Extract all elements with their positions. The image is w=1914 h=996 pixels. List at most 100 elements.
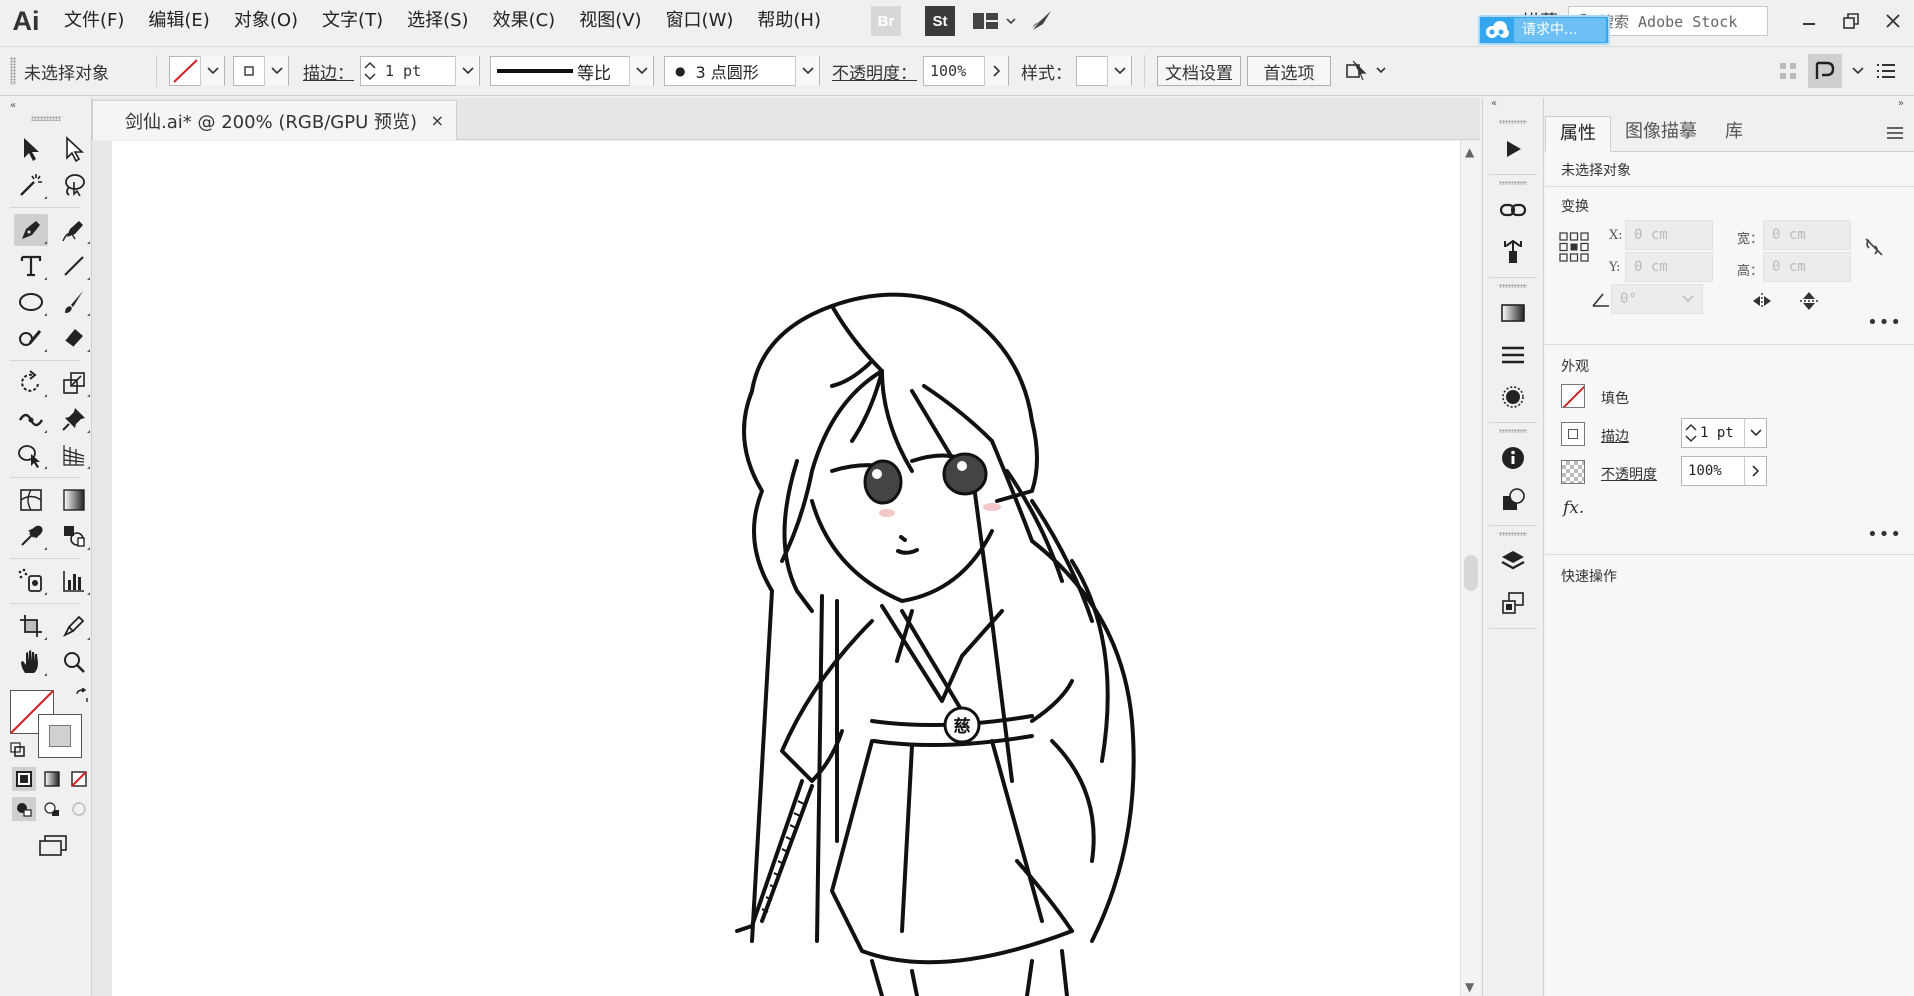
stroke-weight-field[interactable]: 1 pt <box>360 56 480 86</box>
collapse-panel-button[interactable]: » <box>1545 98 1914 116</box>
tab-image-trace[interactable]: 图像描摹 <box>1611 115 1711 151</box>
stroke-panel-button[interactable] <box>1489 334 1537 376</box>
dock-grip[interactable] <box>1499 181 1527 185</box>
dock-grip[interactable] <box>1499 532 1527 536</box>
collapse-toolbar-button[interactable]: « <box>0 98 91 112</box>
dock-grip[interactable] <box>1499 120 1527 124</box>
tab-libraries[interactable]: 库 <box>1711 115 1757 151</box>
dock-grip[interactable] <box>1499 284 1527 288</box>
draw-inside-button[interactable] <box>67 797 91 821</box>
opacity-label[interactable]: 不透明度： <box>832 59 917 84</box>
height-field[interactable]: 0 cm <box>1763 252 1851 282</box>
variable-width-profile-dropdown[interactable]: 等比 <box>490 56 654 86</box>
arrange-documents-button[interactable] <box>1339 50 1397 92</box>
scroll-up-icon[interactable]: ▲ <box>1465 145 1474 159</box>
curvature-tool[interactable] <box>58 214 92 246</box>
document-tab[interactable]: 剑仙.ai* @ 200% (RGB/GPU 预览) × <box>92 100 457 140</box>
layers-panel-button[interactable] <box>1489 540 1537 582</box>
fill-swatch[interactable] <box>1561 384 1585 408</box>
symbol-sprayer-tool[interactable] <box>14 565 48 597</box>
minimize-button[interactable] <box>1788 6 1830 36</box>
mesh-tool[interactable] <box>14 484 48 516</box>
close-document-icon[interactable]: × <box>431 111 444 130</box>
width-field[interactable]: 0 cm <box>1763 220 1851 250</box>
color-mode-button[interactable] <box>12 767 36 791</box>
graphic-style-dropdown[interactable] <box>1076 56 1132 86</box>
x-field[interactable]: 0 cm <box>1625 220 1713 250</box>
rotate-angle-dropdown[interactable]: 0° <box>1611 284 1703 314</box>
eyedropper-tool[interactable] <box>14 520 48 552</box>
reference-point-icon[interactable] <box>1559 232 1589 262</box>
menu-effect[interactable]: 效果(C) <box>481 0 568 42</box>
draw-normal-button[interactable] <box>12 797 36 821</box>
close-window-button[interactable] <box>1872 6 1914 36</box>
brush-definition-dropdown[interactable]: ● 3 点圆形 <box>664 56 820 86</box>
flip-vertical-icon[interactable] <box>1799 290 1819 312</box>
menu-select[interactable]: 选择(S) <box>395 0 480 42</box>
menu-window[interactable]: 窗口(W) <box>654 0 746 42</box>
stroke-swatch[interactable] <box>38 714 82 758</box>
free-transform-tool[interactable] <box>14 439 48 471</box>
artboard-tool[interactable] <box>14 610 48 642</box>
stock-button[interactable]: St <box>925 6 955 36</box>
workspace-layout-button[interactable] <box>967 0 1023 42</box>
slice-tool[interactable] <box>58 610 92 642</box>
menu-file[interactable]: 文件(F) <box>52 0 136 42</box>
scroll-thumb[interactable] <box>1464 555 1478 591</box>
control-bar-menu-button[interactable] <box>1870 50 1902 92</box>
transform-more-options[interactable]: ••• <box>1867 312 1902 333</box>
width-tool[interactable] <box>14 403 48 435</box>
transparency-panel-button[interactable] <box>1489 376 1537 418</box>
rotate-tool[interactable] <box>14 367 48 399</box>
menu-object[interactable]: 对象(O) <box>222 0 310 42</box>
paintbrush-tool[interactable] <box>58 286 92 318</box>
tab-properties[interactable]: 属性 <box>1545 116 1611 152</box>
fill-color-dropdown[interactable] <box>169 56 225 86</box>
align-to-grid-button[interactable] <box>1772 50 1804 92</box>
type-tool[interactable] <box>14 250 48 282</box>
opacity-field[interactable]: 100% <box>923 56 1009 86</box>
zoom-tool[interactable] <box>58 646 92 678</box>
restore-button[interactable] <box>1830 6 1872 36</box>
gradient-mode-button[interactable] <box>40 767 64 791</box>
preferences-button[interactable]: 首选项 <box>1247 56 1331 86</box>
expand-dock-button[interactable]: « <box>1483 98 1543 114</box>
blend-tool[interactable] <box>58 520 92 552</box>
links-panel-button[interactable] <box>1489 189 1537 231</box>
shaper-tool[interactable] <box>14 322 48 354</box>
artboards-panel-button[interactable] <box>1489 582 1537 624</box>
chevron-right-icon[interactable] <box>1744 457 1766 485</box>
y-field[interactable]: 0 cm <box>1625 252 1713 282</box>
dock-grip[interactable] <box>1499 429 1527 433</box>
artboard-canvas[interactable]: 慈 <box>112 141 1460 996</box>
none-mode-button[interactable] <box>67 767 91 791</box>
opacity-swatch[interactable] <box>1561 460 1585 484</box>
ellipse-tool[interactable] <box>14 286 48 318</box>
selection-tool[interactable] <box>14 133 48 165</box>
control-bar-grip[interactable] <box>10 57 16 85</box>
direct-selection-tool[interactable] <box>58 133 92 165</box>
panel-menu-button[interactable] <box>1886 124 1904 143</box>
stroke-label[interactable]: 描边 <box>1601 426 1629 446</box>
snap-options-dropdown[interactable] <box>1846 50 1870 92</box>
stepper-icon[interactable] <box>1682 419 1700 447</box>
flip-horizontal-icon[interactable] <box>1751 292 1773 310</box>
menu-edit[interactable]: 编辑(E) <box>136 0 221 42</box>
opacity-field[interactable]: 100% <box>1681 456 1767 486</box>
stroke-label[interactable]: 描边： <box>303 59 354 84</box>
screen-mode-button[interactable] <box>38 834 91 860</box>
document-setup-button[interactable]: 文档设置 <box>1157 56 1241 86</box>
swap-fill-stroke-button[interactable] <box>74 687 90 708</box>
gradient-panel-button[interactable] <box>1489 292 1537 334</box>
pathfinder-button[interactable] <box>1489 479 1537 521</box>
snap-to-pixel-button[interactable] <box>1808 54 1842 88</box>
hand-tool[interactable] <box>14 646 48 678</box>
stroke-weight-field[interactable]: 1 pt <box>1681 418 1767 448</box>
actions-panel-button[interactable] <box>1489 128 1537 170</box>
stepper-icon[interactable] <box>361 57 379 85</box>
stroke-swatch[interactable] <box>1561 422 1585 446</box>
gpu-performance-button[interactable] <box>1023 0 1061 42</box>
draw-behind-button[interactable] <box>40 797 64 821</box>
column-graph-tool[interactable] <box>58 565 92 597</box>
toolbar-grip[interactable] <box>30 116 61 121</box>
